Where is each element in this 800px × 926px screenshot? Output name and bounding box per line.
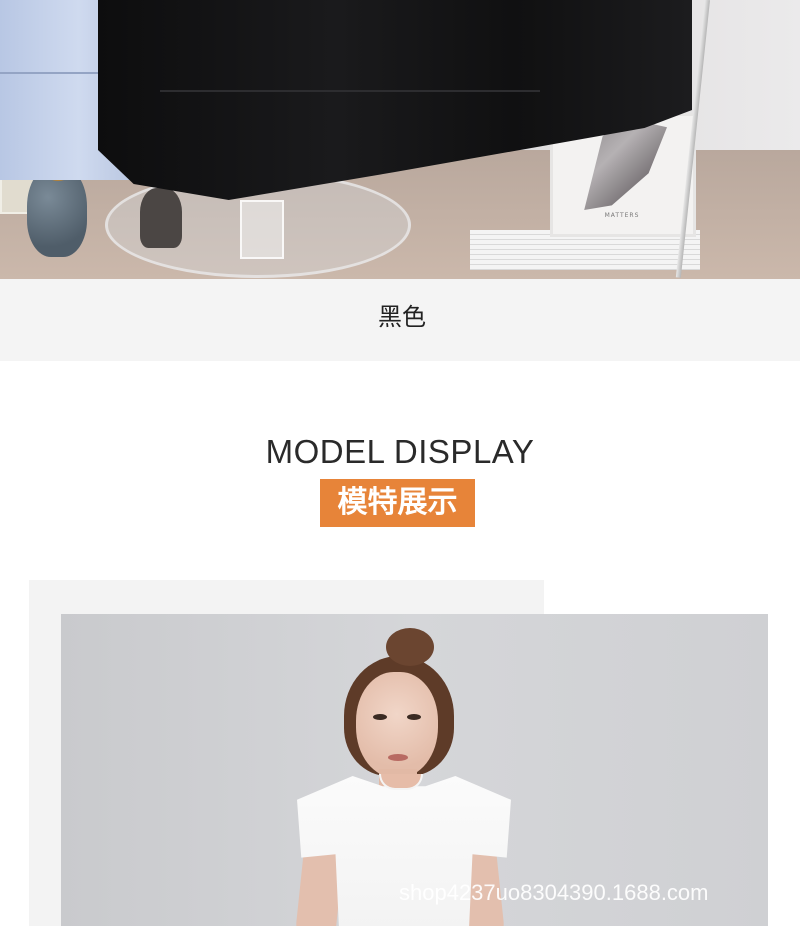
model-face — [356, 672, 438, 778]
photo-frame-brand: MATTERS — [604, 212, 640, 219]
product-photo-black: MATTERS — [0, 0, 800, 279]
model-eye-left — [373, 714, 387, 720]
model-lips — [388, 754, 408, 761]
section-title: MODEL DISPLAY — [265, 433, 535, 470]
section-subtitle-badge: 模特展示 — [320, 479, 475, 527]
model-eye-right — [407, 714, 421, 720]
photo-glass-jar — [240, 200, 284, 259]
color-name-label: 黑色 — [378, 303, 426, 331]
model-hair-bun — [386, 628, 434, 666]
photo-black-garment-fold — [160, 90, 540, 92]
photo-figurine — [140, 188, 182, 248]
shop-watermark: shop4237uo8304390.1688.com — [399, 880, 709, 905]
